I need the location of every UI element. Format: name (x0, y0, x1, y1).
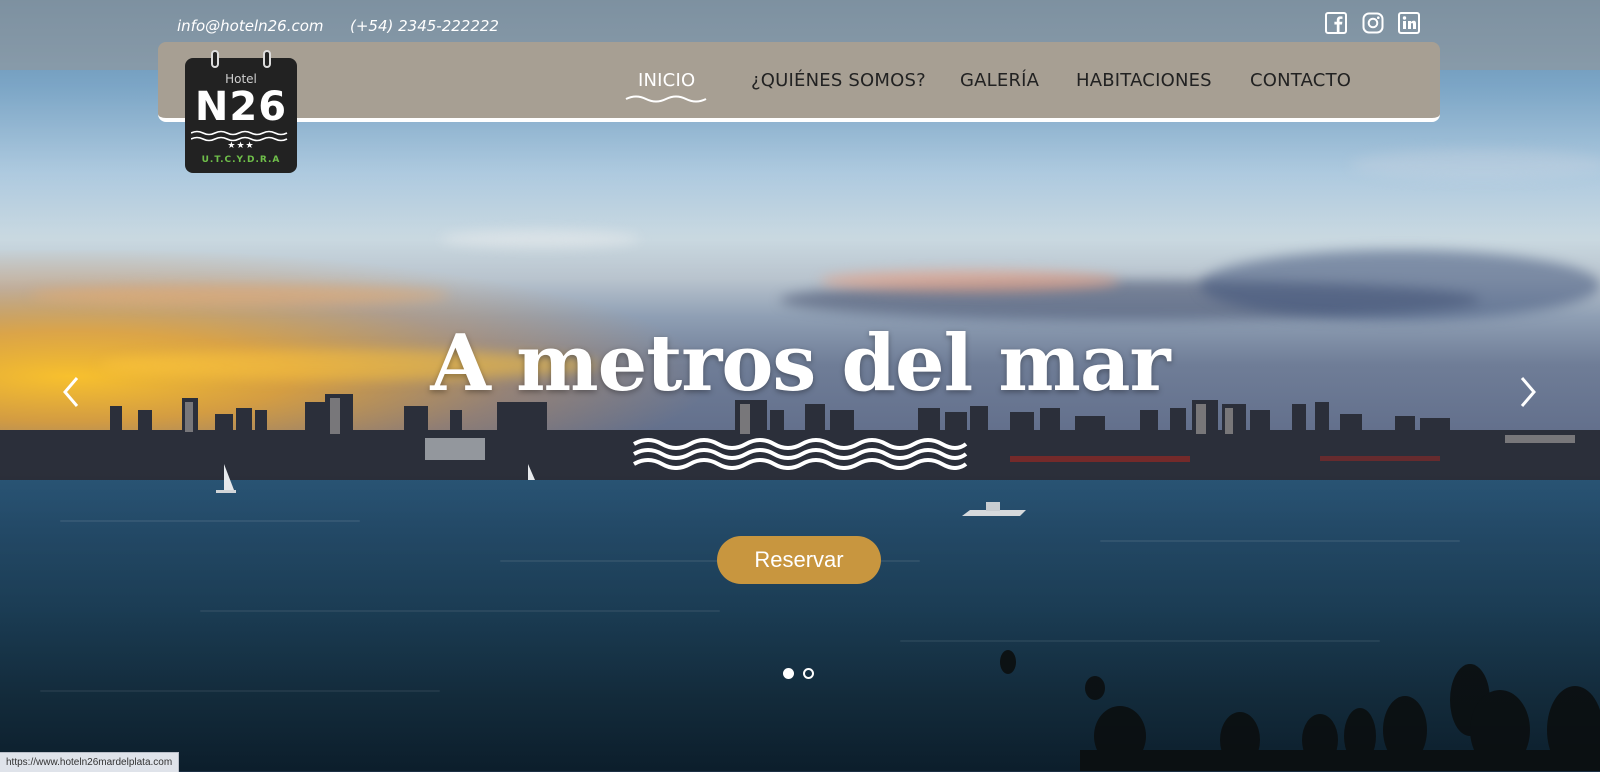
main-nav: INICIO ¿QUIÉNES SOMOS? GALERÍA HABITACIO… (158, 42, 1440, 122)
carousel-dot-2[interactable] (803, 668, 814, 679)
email-link[interactable]: info@hoteln26.com (177, 17, 324, 35)
logo-subtitle: U.T.C.Y.D.R.A (201, 155, 281, 165)
phone-link[interactable]: (+54) 2345-222222 (350, 17, 499, 35)
carousel-dot-1[interactable] (783, 668, 794, 679)
nav-active-underline (625, 95, 707, 103)
nav-item-galeria[interactable]: GALERÍA (960, 70, 1039, 91)
instagram-icon[interactable] (1362, 12, 1384, 34)
chevron-left-icon[interactable] (57, 372, 87, 412)
nav-item-quienes-somos[interactable]: ¿QUIÉNES SOMOS? (751, 70, 926, 91)
nav-item-habitaciones[interactable]: HABITACIONES (1076, 70, 1212, 91)
facebook-icon[interactable] (1325, 12, 1347, 34)
nav-item-inicio[interactable]: INICIO (638, 70, 695, 91)
hotel-logo[interactable]: Hotel N26 ★★★ U.T.C.Y.D.R.A (185, 50, 297, 173)
logo-stars: ★★★ (227, 141, 255, 151)
nav-item-contacto[interactable]: CONTACTO (1250, 70, 1351, 91)
reserve-button[interactable]: Reservar (717, 536, 881, 584)
chevron-right-icon[interactable] (1512, 372, 1542, 412)
hero-waves-divider (633, 438, 968, 470)
hero-title: A metros del mar (430, 318, 1170, 409)
linkedin-icon[interactable] (1398, 12, 1420, 34)
logo-name: N26 (194, 84, 288, 130)
status-url: https://www.hoteln26mardelplata.com (0, 752, 180, 772)
